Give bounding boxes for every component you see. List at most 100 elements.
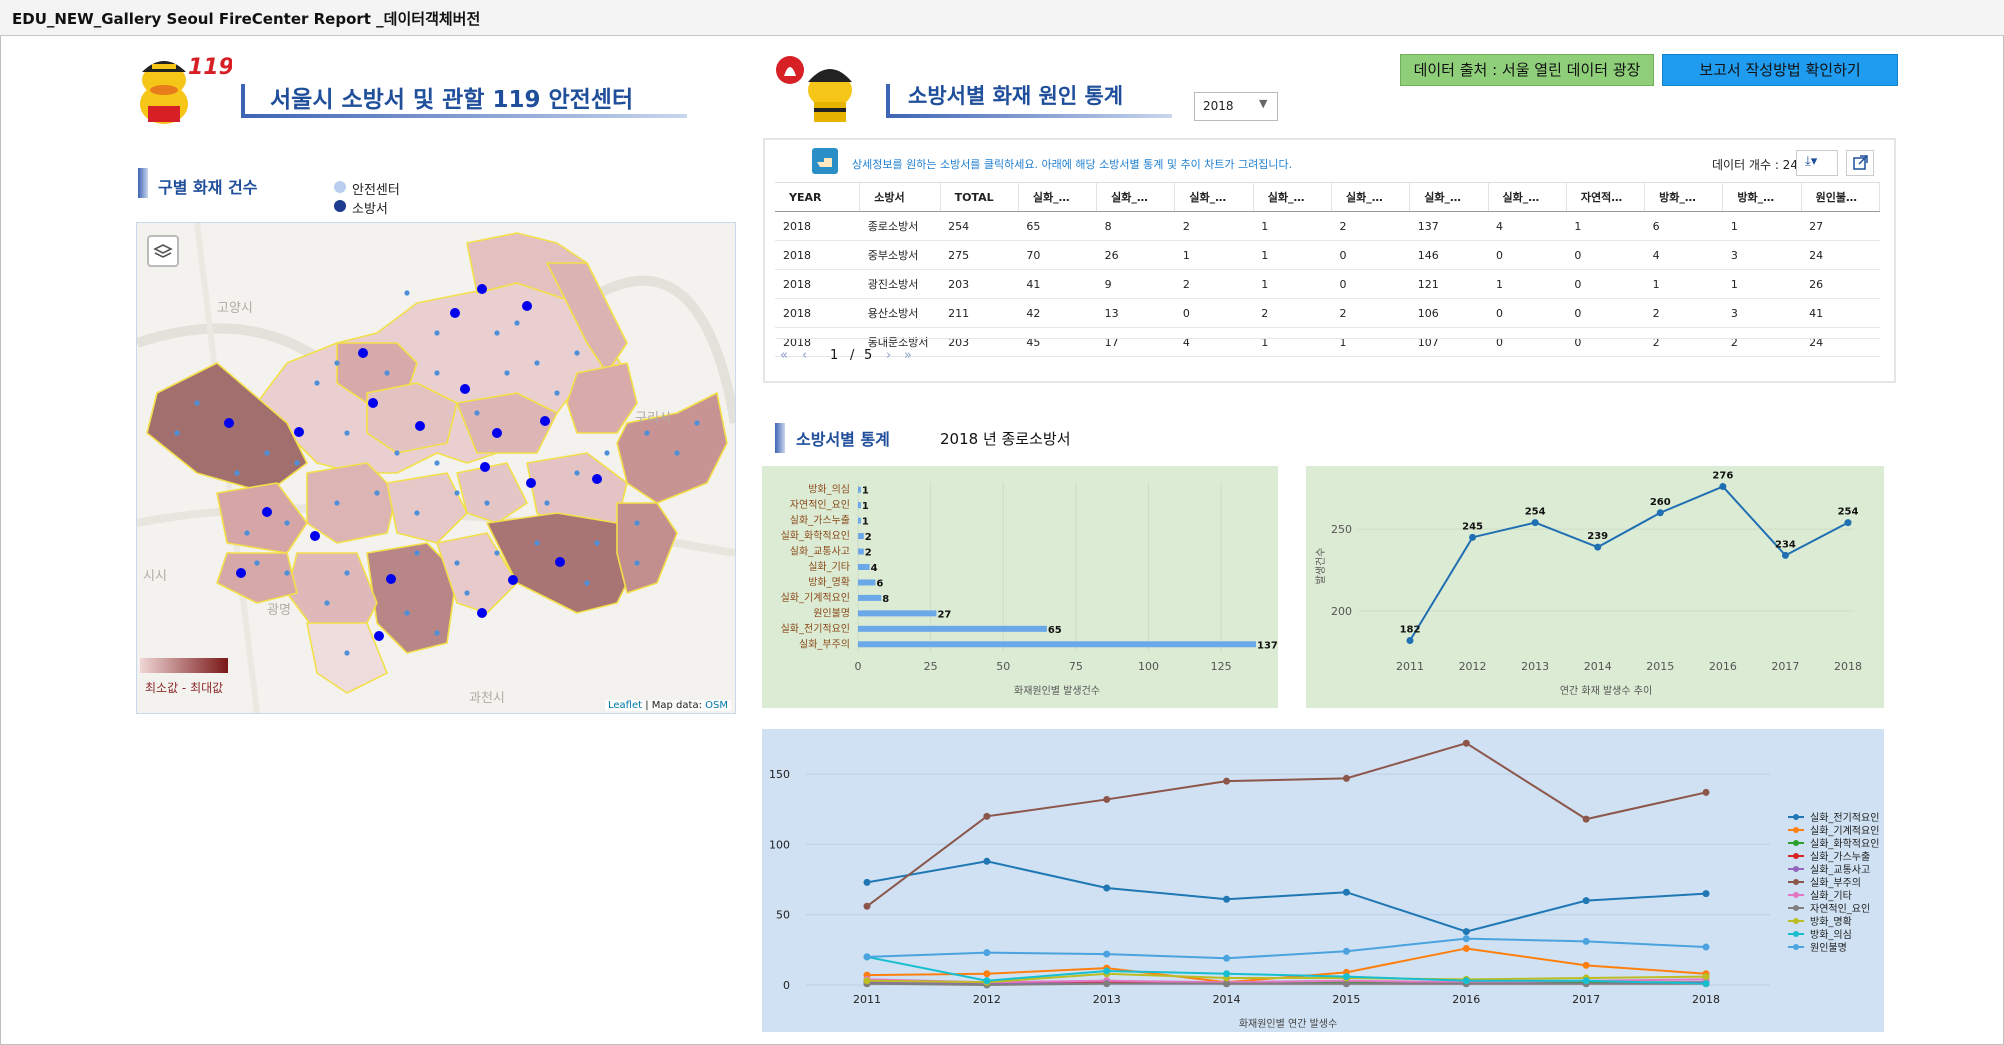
x-tick-label: 2014 — [1584, 660, 1612, 673]
legend-marker — [1793, 905, 1799, 911]
table-cell: 121 — [1409, 269, 1489, 299]
table-cell: 13 — [1096, 298, 1175, 328]
table-cell: 2 — [1331, 211, 1410, 241]
col-header[interactable]: 실화_… — [1096, 182, 1176, 212]
col-header[interactable]: 원인불… — [1801, 182, 1881, 212]
data-point — [1462, 739, 1470, 747]
export-button[interactable]: ⤓▾ — [1796, 150, 1838, 176]
last-page-icon[interactable]: » — [904, 348, 912, 363]
popout-button[interactable] — [1846, 150, 1874, 176]
table-cell: 275 — [940, 240, 1019, 270]
table-cell: 137 — [1409, 211, 1489, 241]
x-tick-label: 100 — [1138, 660, 1159, 673]
col-header[interactable]: 자연적… — [1566, 182, 1646, 212]
table-row[interactable]: 2018 동대문소방서 203 45 17 4 1 1 107 0 0 2 2 24 — [775, 327, 1880, 357]
x-axis-title: 연간 화재 발생수 추이 — [1560, 685, 1652, 697]
category-label: 방화_의심 — [808, 484, 850, 496]
data-point — [983, 857, 991, 865]
x-axis-title: 화재원인별 연간 발생수 — [1239, 1018, 1337, 1030]
seoul-map[interactable]: 고양시 구리시 광명 과천시 시시 최소값 - 최대값 Leaflet | Ma… — [136, 222, 736, 714]
cause-bar-chart[interactable]: 0 25 50 75 100 125 방화_의심 1 자연적인_요인 1 실화_가스누출 1 실화_화학… — [762, 466, 1278, 708]
col-header[interactable]: YEAR — [775, 182, 861, 212]
table-cell: 0 — [1566, 240, 1645, 270]
x-tick-label: 2016 — [1452, 993, 1480, 1006]
legend-label: 실화_부주의 — [1810, 877, 1861, 889]
center-legend-label: 안전센터 — [352, 183, 400, 198]
bar-value-label: 65 — [1048, 625, 1062, 636]
table-cell: 70 — [1018, 240, 1097, 270]
map-title-bar — [138, 168, 148, 198]
bar-value-label: 2 — [865, 532, 872, 543]
col-header[interactable]: 방화_… — [1644, 182, 1724, 212]
osm-link[interactable]: OSM — [705, 700, 728, 711]
col-header[interactable]: 실화_… — [1018, 182, 1098, 212]
x-tick-label: 2012 — [1459, 660, 1487, 673]
layers-control-button[interactable] — [147, 235, 179, 267]
table-cell: 2 — [1644, 298, 1723, 328]
table-cell: 0 — [1488, 240, 1567, 270]
table-row[interactable]: 2018 광진소방서 203 41 9 2 1 0 121 1 0 1 1 26 — [775, 269, 1880, 299]
guide-button[interactable]: 보고서 작성방법 확인하기 — [1662, 54, 1898, 86]
legend-label: 실화_전기적요인 — [1810, 812, 1879, 824]
table-cell: 9 — [1096, 269, 1175, 299]
gradient-legend-label: 최소값 - 최대값 — [145, 681, 224, 695]
legend-label: 원인불명 — [1810, 942, 1847, 954]
data-point — [983, 812, 991, 820]
col-header[interactable]: TOTAL — [940, 182, 1019, 212]
data-point — [1103, 950, 1111, 958]
table-cell: 1 — [1566, 211, 1645, 241]
col-header[interactable]: 실화_… — [1409, 182, 1489, 212]
col-header[interactable]: 방화_… — [1722, 182, 1802, 212]
col-header[interactable]: 실화_… — [1488, 182, 1567, 212]
leaflet-link[interactable]: Leaflet — [608, 700, 642, 711]
data-source-button[interactable]: 데이터 출처 : 서울 열린 데이터 광장 — [1400, 54, 1654, 86]
data-label: 254 — [1838, 507, 1859, 518]
prev-page-icon[interactable]: ‹ — [802, 348, 807, 363]
category-label: 실화_가스누출 — [790, 515, 850, 527]
x-tick-label: 2016 — [1709, 660, 1737, 673]
data-point — [1406, 637, 1414, 645]
bar-value-label: 6 — [876, 578, 883, 589]
next-page-icon[interactable]: › — [886, 348, 891, 363]
table-cell: 4 — [1488, 211, 1567, 241]
table-cell: 2 — [1331, 298, 1410, 328]
first-page-icon[interactable]: « — [780, 348, 788, 363]
col-header[interactable]: 소방서 — [859, 182, 941, 212]
title-underline — [241, 114, 687, 118]
table-cell: 0 — [1488, 298, 1567, 328]
table-cell: 중부소방서 — [859, 240, 941, 270]
table-cell: 4 — [1174, 327, 1254, 357]
col-header[interactable]: 실화_… — [1331, 182, 1411, 212]
data-point — [1103, 980, 1111, 988]
legend-marker — [1793, 944, 1799, 950]
x-tick-label: 25 — [924, 660, 938, 673]
col-header[interactable]: 실화_… — [1253, 182, 1332, 212]
annual-trend-chart[interactable]: 200 250 발생건수 182 2011 245 2012 254 2013 239 2014 26… — [1306, 466, 1884, 708]
table-row[interactable]: 2018 용산소방서 211 42 13 0 2 2 106 0 0 2 3 41 — [775, 298, 1880, 328]
data-label: 276 — [1712, 471, 1733, 482]
data-point — [1103, 884, 1111, 892]
year-select[interactable]: 2018 ▼ — [1194, 92, 1278, 121]
data-point — [1702, 788, 1710, 796]
col-header[interactable]: 실화_… — [1174, 182, 1254, 212]
current-page: 1 — [830, 348, 839, 363]
chevron-down-icon: ▼ — [1259, 97, 1268, 110]
table-cell: 203 — [940, 269, 1019, 299]
data-label: 234 — [1775, 539, 1796, 550]
x-tick-label: 2011 — [853, 993, 881, 1006]
stats-title-bar — [775, 423, 785, 453]
total-pages: 5 — [864, 348, 873, 363]
category-label: 자연적인_요인 — [790, 499, 850, 511]
map-place-label: 광명 — [267, 603, 291, 618]
data-label: 245 — [1462, 521, 1483, 532]
table-row[interactable]: 2018 종로소방서 254 65 8 2 1 2 137 4 1 6 1 27 — [775, 211, 1880, 241]
fire-cause-table[interactable]: YEAR 소방서 TOTAL 실화_… 실화_… 실화_… 실화_… 실화_… … — [775, 182, 1881, 357]
cause-multiline-chart[interactable]: 0 50 100 150 2011 2012 2013 2014 2015 2016 2017 201… — [762, 729, 1884, 1032]
table-cell: 2018 — [775, 211, 860, 241]
bar — [858, 610, 937, 617]
x-tick-label: 75 — [1069, 660, 1083, 673]
data-point — [1223, 970, 1231, 978]
bar-value-label: 4 — [871, 563, 878, 574]
table-row[interactable]: 2018 중부소방서 275 70 26 1 1 0 146 0 0 4 3 24 — [775, 240, 1880, 270]
right-page-title: 소방서별 화재 원인 통계 — [908, 84, 1124, 108]
